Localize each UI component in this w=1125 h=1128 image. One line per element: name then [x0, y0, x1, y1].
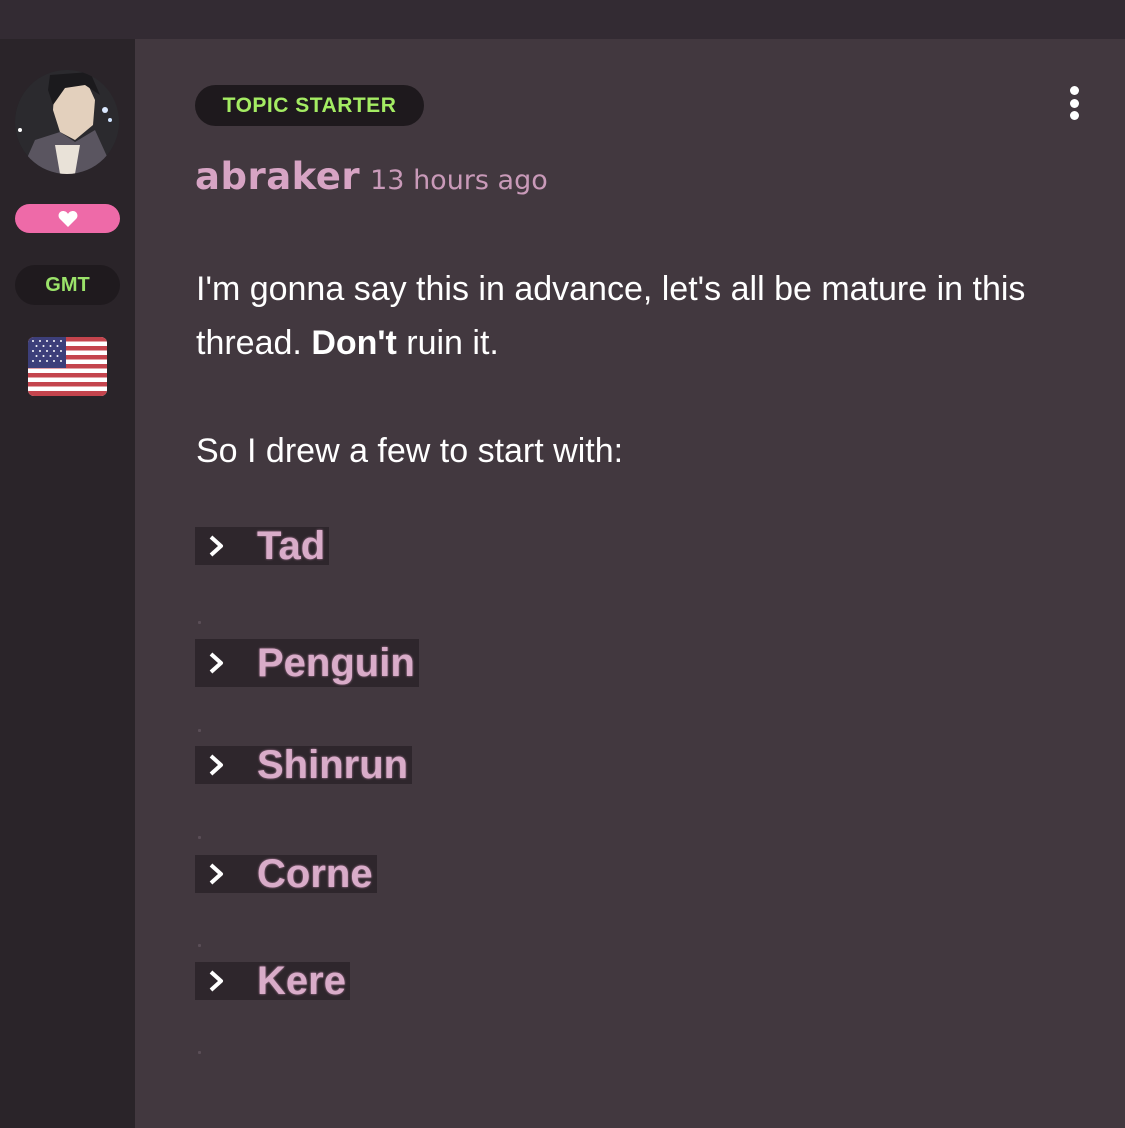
post-meta: abraker 13 hours ago	[195, 155, 548, 205]
separator-dot	[198, 1051, 201, 1054]
spoiler-label: Shinrun	[257, 743, 409, 787]
chevron-right-icon	[195, 527, 237, 565]
spoiler-label: Corne	[257, 852, 373, 896]
separator-dot	[198, 944, 201, 947]
spoiler-label: Tad	[257, 524, 326, 568]
heart-badge	[15, 204, 120, 233]
chevron-right-icon	[195, 855, 237, 893]
us-flag-icon	[28, 337, 107, 396]
username-link[interactable]: abraker	[195, 155, 360, 198]
spoiler-tad[interactable]: Tad	[195, 524, 330, 568]
chevron-right-icon	[195, 746, 237, 784]
post-paragraph-1: I'm gonna say this in advance, let's all…	[196, 262, 1076, 370]
post-paragraph-2: So I drew a few to start with:	[196, 432, 624, 470]
spoiler-label: Kere	[257, 959, 346, 1003]
spoiler-penguin[interactable]: Penguin	[195, 639, 419, 687]
separator-dot	[198, 836, 201, 839]
post-timestamp[interactable]: 13 hours ago	[370, 165, 548, 196]
avatar[interactable]	[15, 70, 119, 174]
spoiler-corne[interactable]: Corne	[195, 852, 377, 896]
user-sidebar	[0, 39, 135, 1128]
top-bar	[0, 0, 1125, 39]
topic-starter-badge: TOPIC STARTER	[195, 85, 424, 126]
separator-dot	[198, 621, 201, 624]
spoiler-shinrun[interactable]: Shinrun	[195, 743, 413, 787]
bold-text: Don't	[311, 324, 397, 362]
paragraph-text-end: ruin it.	[396, 324, 499, 362]
more-options-icon[interactable]	[1063, 86, 1085, 120]
timezone-badge: GMT	[15, 265, 120, 305]
spoiler-label: Penguin	[257, 641, 415, 685]
spoiler-kere[interactable]: Kere	[195, 959, 350, 1003]
separator-dot	[198, 729, 201, 732]
chevron-right-icon	[195, 639, 237, 687]
chevron-right-icon	[195, 962, 237, 1000]
heart-icon	[58, 210, 77, 227]
